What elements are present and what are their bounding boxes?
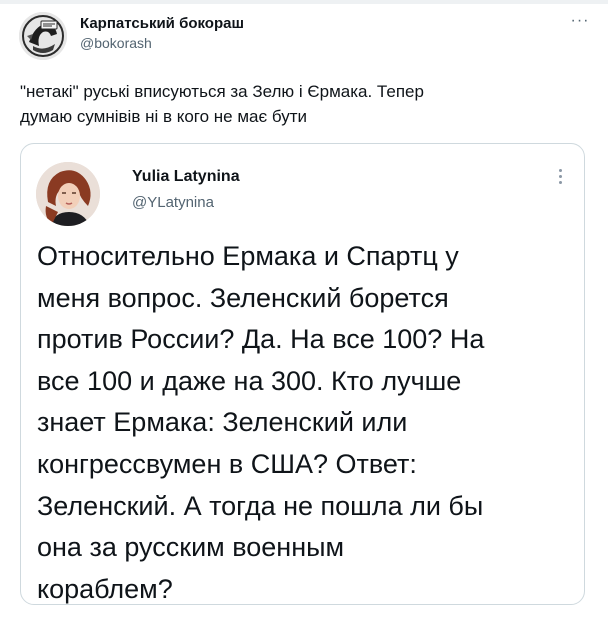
quoted-tweet-card[interactable]: Yulia Latynina @YLatynina Относительно Е… (20, 143, 585, 605)
tweet: Карпатський бокораш @bokorash ··· "нетак… (0, 0, 608, 618)
tweet-text: "нетакі" руські вписуються за Зелю і Єрм… (20, 82, 424, 126)
author-name[interactable]: Карпатський бокораш (80, 15, 244, 32)
author-handle[interactable]: @bokorash (80, 35, 152, 51)
ellipsis-icon: ··· (570, 12, 590, 29)
quoted-author-handle[interactable]: @YLatynina (132, 194, 214, 211)
more-options-button[interactable]: ··· (568, 11, 592, 35)
quoted-author-name[interactable]: Yulia Latynina (132, 168, 240, 186)
top-divider (0, 0, 608, 4)
vertical-ellipsis-icon (556, 169, 564, 184)
quoted-more-options-button[interactable] (556, 166, 564, 190)
quoted-tweet-text: Относительно Ермака и Спартц у меня вопр… (37, 241, 485, 604)
author-avatar[interactable] (19, 12, 67, 60)
quoted-author-avatar[interactable] (36, 162, 100, 226)
